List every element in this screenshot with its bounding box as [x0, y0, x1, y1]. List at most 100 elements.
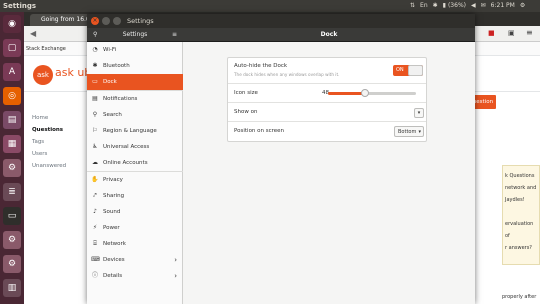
battery-percent: (36%)	[447, 2, 466, 9]
top-panel: Settings ⇅ En ✱ ▮ (36%) ◀ ✉ 6:21 PM ⚙	[0, 0, 540, 12]
maximize-window-button[interactable]	[113, 17, 121, 25]
sidebar-item-wi-fi[interactable]: ◔ Wi-Fi	[87, 42, 183, 58]
firefox-icon[interactable]: ◎	[3, 87, 21, 105]
autohide-toggle[interactable]: ON	[393, 65, 423, 76]
power-icon: ⚡	[92, 224, 98, 231]
sidebar-snippet[interactable]: properly after	[502, 294, 536, 300]
sidebar-item-label: Universal Access	[103, 144, 150, 150]
nav-users[interactable]: Users	[32, 148, 66, 160]
files-icon[interactable]: ▢	[3, 39, 21, 57]
sidebar-item-sharing[interactable]: ⤤ Sharing	[87, 188, 183, 204]
menu-icon[interactable]: ≡	[172, 28, 177, 42]
mail-icon[interactable]: ✉	[481, 0, 486, 12]
askubuntu-logo[interactable]: ask	[33, 65, 53, 85]
featured-line[interactable]: r answers?	[505, 242, 537, 254]
shield-icon[interactable]: ■	[488, 29, 495, 37]
volume-icon[interactable]: ◀	[471, 0, 476, 12]
devices-icon: ⌨	[91, 256, 100, 263]
notifications-icon: ▤	[92, 95, 98, 102]
sidebar-item-online-accounts[interactable]: ☁ Online Accounts	[87, 155, 183, 171]
battery-icon[interactable]: ▮	[443, 0, 446, 12]
dock-icon: ▭	[92, 78, 98, 85]
sidebar-item-label: Sound	[103, 209, 121, 215]
featured-line[interactable]: network and	[505, 182, 537, 194]
bluetooth-tray-icon[interactable]: ✱	[433, 0, 438, 12]
sidebar-item-search[interactable]: ⚲ Search	[87, 107, 183, 123]
sidebar-item-universal-access[interactable]: ♿ Universal Access	[87, 139, 183, 155]
sidebar-item-details[interactable]: ⓘ Details ›	[87, 268, 183, 284]
clock[interactable]: 6:21 PM	[491, 0, 515, 12]
sidebar-item-sound[interactable]: ♪ Sound	[87, 204, 183, 220]
toggle-state: ON	[396, 67, 404, 73]
settings-launcher-icon[interactable]: ⚙	[3, 159, 21, 177]
slider-handle[interactable]	[360, 89, 369, 97]
sidebar-item-notifications[interactable]: ▤ Notifications	[87, 91, 183, 107]
settings-window: × Settings ⚲ Settings ≡ Dock ◔ Wi-Fi ✱ Blue…	[87, 14, 475, 304]
privacy-icon: ✋	[91, 176, 99, 183]
ubuntu-logo-icon[interactable]: ◉	[3, 15, 21, 33]
chevron-right-icon: ›	[174, 272, 177, 280]
sidebar-item-label: Notifications	[103, 96, 138, 102]
position-row: Position on screen Bottom ▾	[228, 122, 426, 141]
details-icon: ⓘ	[91, 272, 98, 279]
icon-size-row: Icon size 48	[228, 84, 426, 103]
sidebar-item-power[interactable]: ⚡ Power	[87, 220, 183, 236]
featured-line[interactable]: ervaluation of	[505, 218, 537, 242]
position-dropdown[interactable]: Bottom ▾	[394, 126, 424, 137]
search-icon[interactable]: ⚲	[93, 28, 97, 42]
sidebar-item-devices[interactable]: ⌨ Devices ›	[87, 252, 183, 268]
trash-icon[interactable]: ▥	[3, 279, 21, 297]
sidebar-item-privacy[interactable]: ✋ Privacy	[87, 172, 183, 188]
wifi-icon: ◔	[92, 46, 98, 53]
featured-line[interactable]: Jaydles!	[505, 194, 537, 206]
terminal-icon[interactable]: ▭	[3, 207, 21, 225]
show-on-dropdown[interactable]: ▾	[414, 108, 424, 118]
stackexchange-logo[interactable]: Stack Exchange	[26, 44, 66, 54]
nav-tags[interactable]: Tags	[32, 136, 66, 148]
sidebar-item-dock[interactable]: ▭ Dock	[87, 74, 183, 90]
system-settings-icon[interactable]: ⚙	[3, 231, 21, 249]
keyboard-icon[interactable]: En	[420, 0, 428, 12]
chevron-right-icon: ›	[174, 256, 177, 264]
software-icon[interactable]: A	[3, 63, 21, 81]
menu-icon[interactable]: ≡	[526, 28, 533, 37]
sidebar-item-bluetooth[interactable]: ✱ Bluetooth	[87, 58, 183, 74]
nav-questions[interactable]: Questions	[32, 124, 66, 136]
app-icon[interactable]: ▤	[3, 111, 21, 129]
power-menu-icon[interactable]: ⚙	[520, 0, 525, 12]
featured-line[interactable]: k Questions	[505, 170, 537, 182]
settings-headerbar: ⚲ Settings ≡ Dock	[87, 28, 475, 42]
sidebar-item-label: Power	[103, 225, 120, 231]
back-icon[interactable]: ◀	[30, 29, 36, 38]
site-left-nav: Home Questions Tags Users Unanswered	[32, 112, 66, 172]
show-on-row: Show on ▾	[228, 103, 426, 122]
close-window-button[interactable]: ×	[91, 17, 99, 25]
minimize-window-button[interactable]	[102, 17, 110, 25]
sidebar-item-label: Sharing	[103, 193, 125, 199]
sidebar-separator	[87, 90, 183, 91]
sidebar-separator	[87, 171, 183, 172]
network-icon: ⌸	[93, 240, 97, 247]
universal-access-icon: ♿	[92, 143, 98, 150]
online-accounts-icon: ☁	[92, 159, 98, 166]
software-updater-icon[interactable]: ⚙	[3, 255, 21, 273]
slider-fill	[328, 92, 365, 95]
tweaks-icon[interactable]: ≣	[3, 183, 21, 201]
show-on-label: Show on	[234, 109, 258, 115]
icon-size-slider[interactable]	[328, 89, 416, 97]
network-icon[interactable]: ⇅	[410, 0, 415, 12]
sidebar-item-network[interactable]: ⌸ Network	[87, 236, 183, 252]
system-tray[interactable]: ⇅ En ✱ ▮ (36%) ◀ ✉ 6:21 PM ⚙	[410, 0, 525, 12]
autohide-description: The dock hides when any windows overlap …	[234, 72, 340, 77]
sound-icon: ♪	[93, 208, 97, 215]
writer-icon[interactable]: ▦	[3, 135, 21, 153]
sidebar-item-region-language[interactable]: ⚐ Region & Language	[87, 123, 183, 139]
sidebar-item-label: Online Accounts	[103, 160, 148, 166]
nav-home[interactable]: Home	[32, 112, 66, 124]
extension-icon[interactable]: ▣	[508, 29, 515, 37]
nav-unanswered[interactable]: Unanswered	[32, 160, 66, 172]
region-icon: ⚐	[92, 127, 98, 134]
chevron-down-icon: ▾	[417, 110, 421, 116]
sharing-icon: ⤤	[93, 192, 97, 199]
sidebar-featured-box: k Questions network and Jaydles! ervalua…	[502, 165, 540, 265]
